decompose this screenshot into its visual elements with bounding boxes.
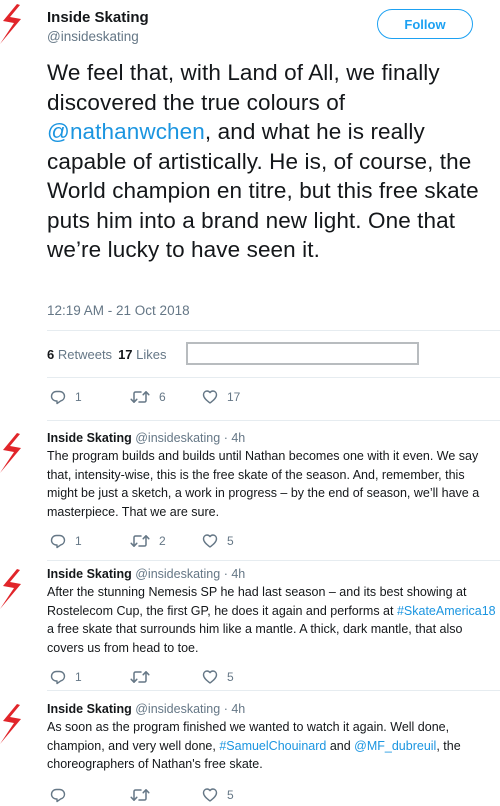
like-button[interactable]: 5 <box>202 533 234 549</box>
divider <box>47 560 500 561</box>
retweet-icon <box>130 787 150 803</box>
tweet-timestamp[interactable]: 12:19 AM - 21 Oct 2018 <box>47 303 190 318</box>
reply-author-name[interactable]: Inside Skating <box>47 702 132 716</box>
divider <box>47 377 500 378</box>
likers-avatars[interactable] <box>186 342 419 365</box>
reply-actions: 5 <box>50 787 234 803</box>
reply-author-name[interactable]: Inside Skating <box>47 567 132 581</box>
heart-icon <box>202 669 218 685</box>
retweets-count: 6 <box>47 347 55 362</box>
retweet-button[interactable] <box>130 669 202 685</box>
inside-skating-logo-icon[interactable] <box>0 569 22 609</box>
reply-text: After the stunning Nemesis SP he had las… <box>47 583 497 657</box>
reply-button[interactable]: 1 <box>50 533 130 549</box>
divider <box>47 330 500 331</box>
like-count: 17 <box>227 390 241 404</box>
author-name[interactable]: Inside Skating <box>47 9 149 26</box>
tweet-stats: 6 Retweets 17 Likes <box>47 347 173 362</box>
retweet-button[interactable]: 2 <box>130 533 202 549</box>
reply-author-handle[interactable]: @insideskating <box>135 567 220 581</box>
reply-time[interactable]: · 4h <box>224 567 246 581</box>
reply-author-handle[interactable]: @insideskating <box>135 431 220 445</box>
reply-text: As soon as the program finished we wante… <box>47 718 497 774</box>
heart-icon <box>202 389 218 405</box>
main-tweet: Inside Skating @insideskating Follow We … <box>0 0 500 421</box>
hashtag-link[interactable]: #SkateAmerica18 <box>397 604 496 618</box>
like-count: 5 <box>227 788 234 802</box>
divider <box>47 420 500 421</box>
tweet-actions: 1 6 17 <box>50 389 240 405</box>
like-button[interactable]: 17 <box>202 389 240 405</box>
like-count: 5 <box>227 670 234 684</box>
reply-icon <box>50 787 66 803</box>
reply-text-part: The program builds and builds until Nath… <box>47 449 480 519</box>
retweets-stat[interactable]: 6 Retweets <box>47 347 112 362</box>
retweet-icon <box>130 533 150 549</box>
reply-tweet[interactable]: Inside Skating @insideskating · 4h The p… <box>0 431 500 555</box>
like-count: 5 <box>227 534 234 548</box>
reply-icon <box>50 669 66 685</box>
reply-count: 1 <box>75 390 82 404</box>
follow-button[interactable]: Follow <box>377 9 473 39</box>
likes-count: 17 <box>118 347 133 362</box>
likes-label: Likes <box>136 347 167 362</box>
reply-tweet[interactable]: Inside Skating @insideskating · 4h After… <box>0 567 500 691</box>
reply-count: 1 <box>75 670 82 684</box>
reply-header: Inside Skating @insideskating · 4h <box>47 702 245 716</box>
like-button[interactable]: 5 <box>202 669 234 685</box>
reply-count: 1 <box>75 534 82 548</box>
reply-header: Inside Skating @insideskating · 4h <box>47 567 245 581</box>
reply-tweet[interactable]: Inside Skating @insideskating · 4h As so… <box>0 702 500 806</box>
reply-text: The program builds and builds until Nath… <box>47 447 497 521</box>
inside-skating-logo-icon[interactable] <box>0 4 22 44</box>
retweet-icon <box>130 389 150 405</box>
reply-button[interactable] <box>50 787 130 803</box>
reply-text-part: and <box>326 738 355 753</box>
retweet-count: 6 <box>159 390 166 404</box>
retweets-label: Retweets <box>57 347 113 362</box>
heart-icon <box>202 533 218 549</box>
retweet-button[interactable] <box>130 787 202 803</box>
reply-icon <box>50 533 66 549</box>
reply-actions: 1 5 <box>50 669 234 685</box>
reply-header: Inside Skating @insideskating · 4h <box>47 431 245 445</box>
likes-stat[interactable]: 17 Likes <box>118 347 166 362</box>
mention-link[interactable]: @MF_dubreuil <box>354 739 436 753</box>
retweet-button[interactable]: 6 <box>130 389 202 405</box>
divider <box>47 690 500 691</box>
mention-link[interactable]: @nathanwchen <box>47 119 205 144</box>
reply-icon <box>50 389 66 405</box>
reply-button[interactable]: 1 <box>50 669 130 685</box>
retweet-count: 2 <box>159 534 166 548</box>
like-button[interactable]: 5 <box>202 787 234 803</box>
hashtag-link[interactable]: #SamuelChouinard <box>219 739 326 753</box>
author-handle[interactable]: @insideskating <box>47 29 139 44</box>
tweet-text-part: We feel that, with Land of All, we final… <box>47 60 440 115</box>
reply-author-handle[interactable]: @insideskating <box>135 702 220 716</box>
reply-actions: 1 2 5 <box>50 533 234 549</box>
heart-icon <box>202 787 218 803</box>
reply-author-name[interactable]: Inside Skating <box>47 431 132 445</box>
tweet-text: We feel that, with Land of All, we final… <box>47 58 497 265</box>
reply-time[interactable]: · 4h <box>224 431 246 445</box>
inside-skating-logo-icon[interactable] <box>0 433 22 473</box>
inside-skating-logo-icon[interactable] <box>0 704 22 744</box>
reply-button[interactable]: 1 <box>50 389 130 405</box>
reply-time[interactable]: · 4h <box>224 702 246 716</box>
retweet-icon <box>130 669 150 685</box>
reply-text-part: a free skate that surrounds him like a m… <box>47 622 463 655</box>
